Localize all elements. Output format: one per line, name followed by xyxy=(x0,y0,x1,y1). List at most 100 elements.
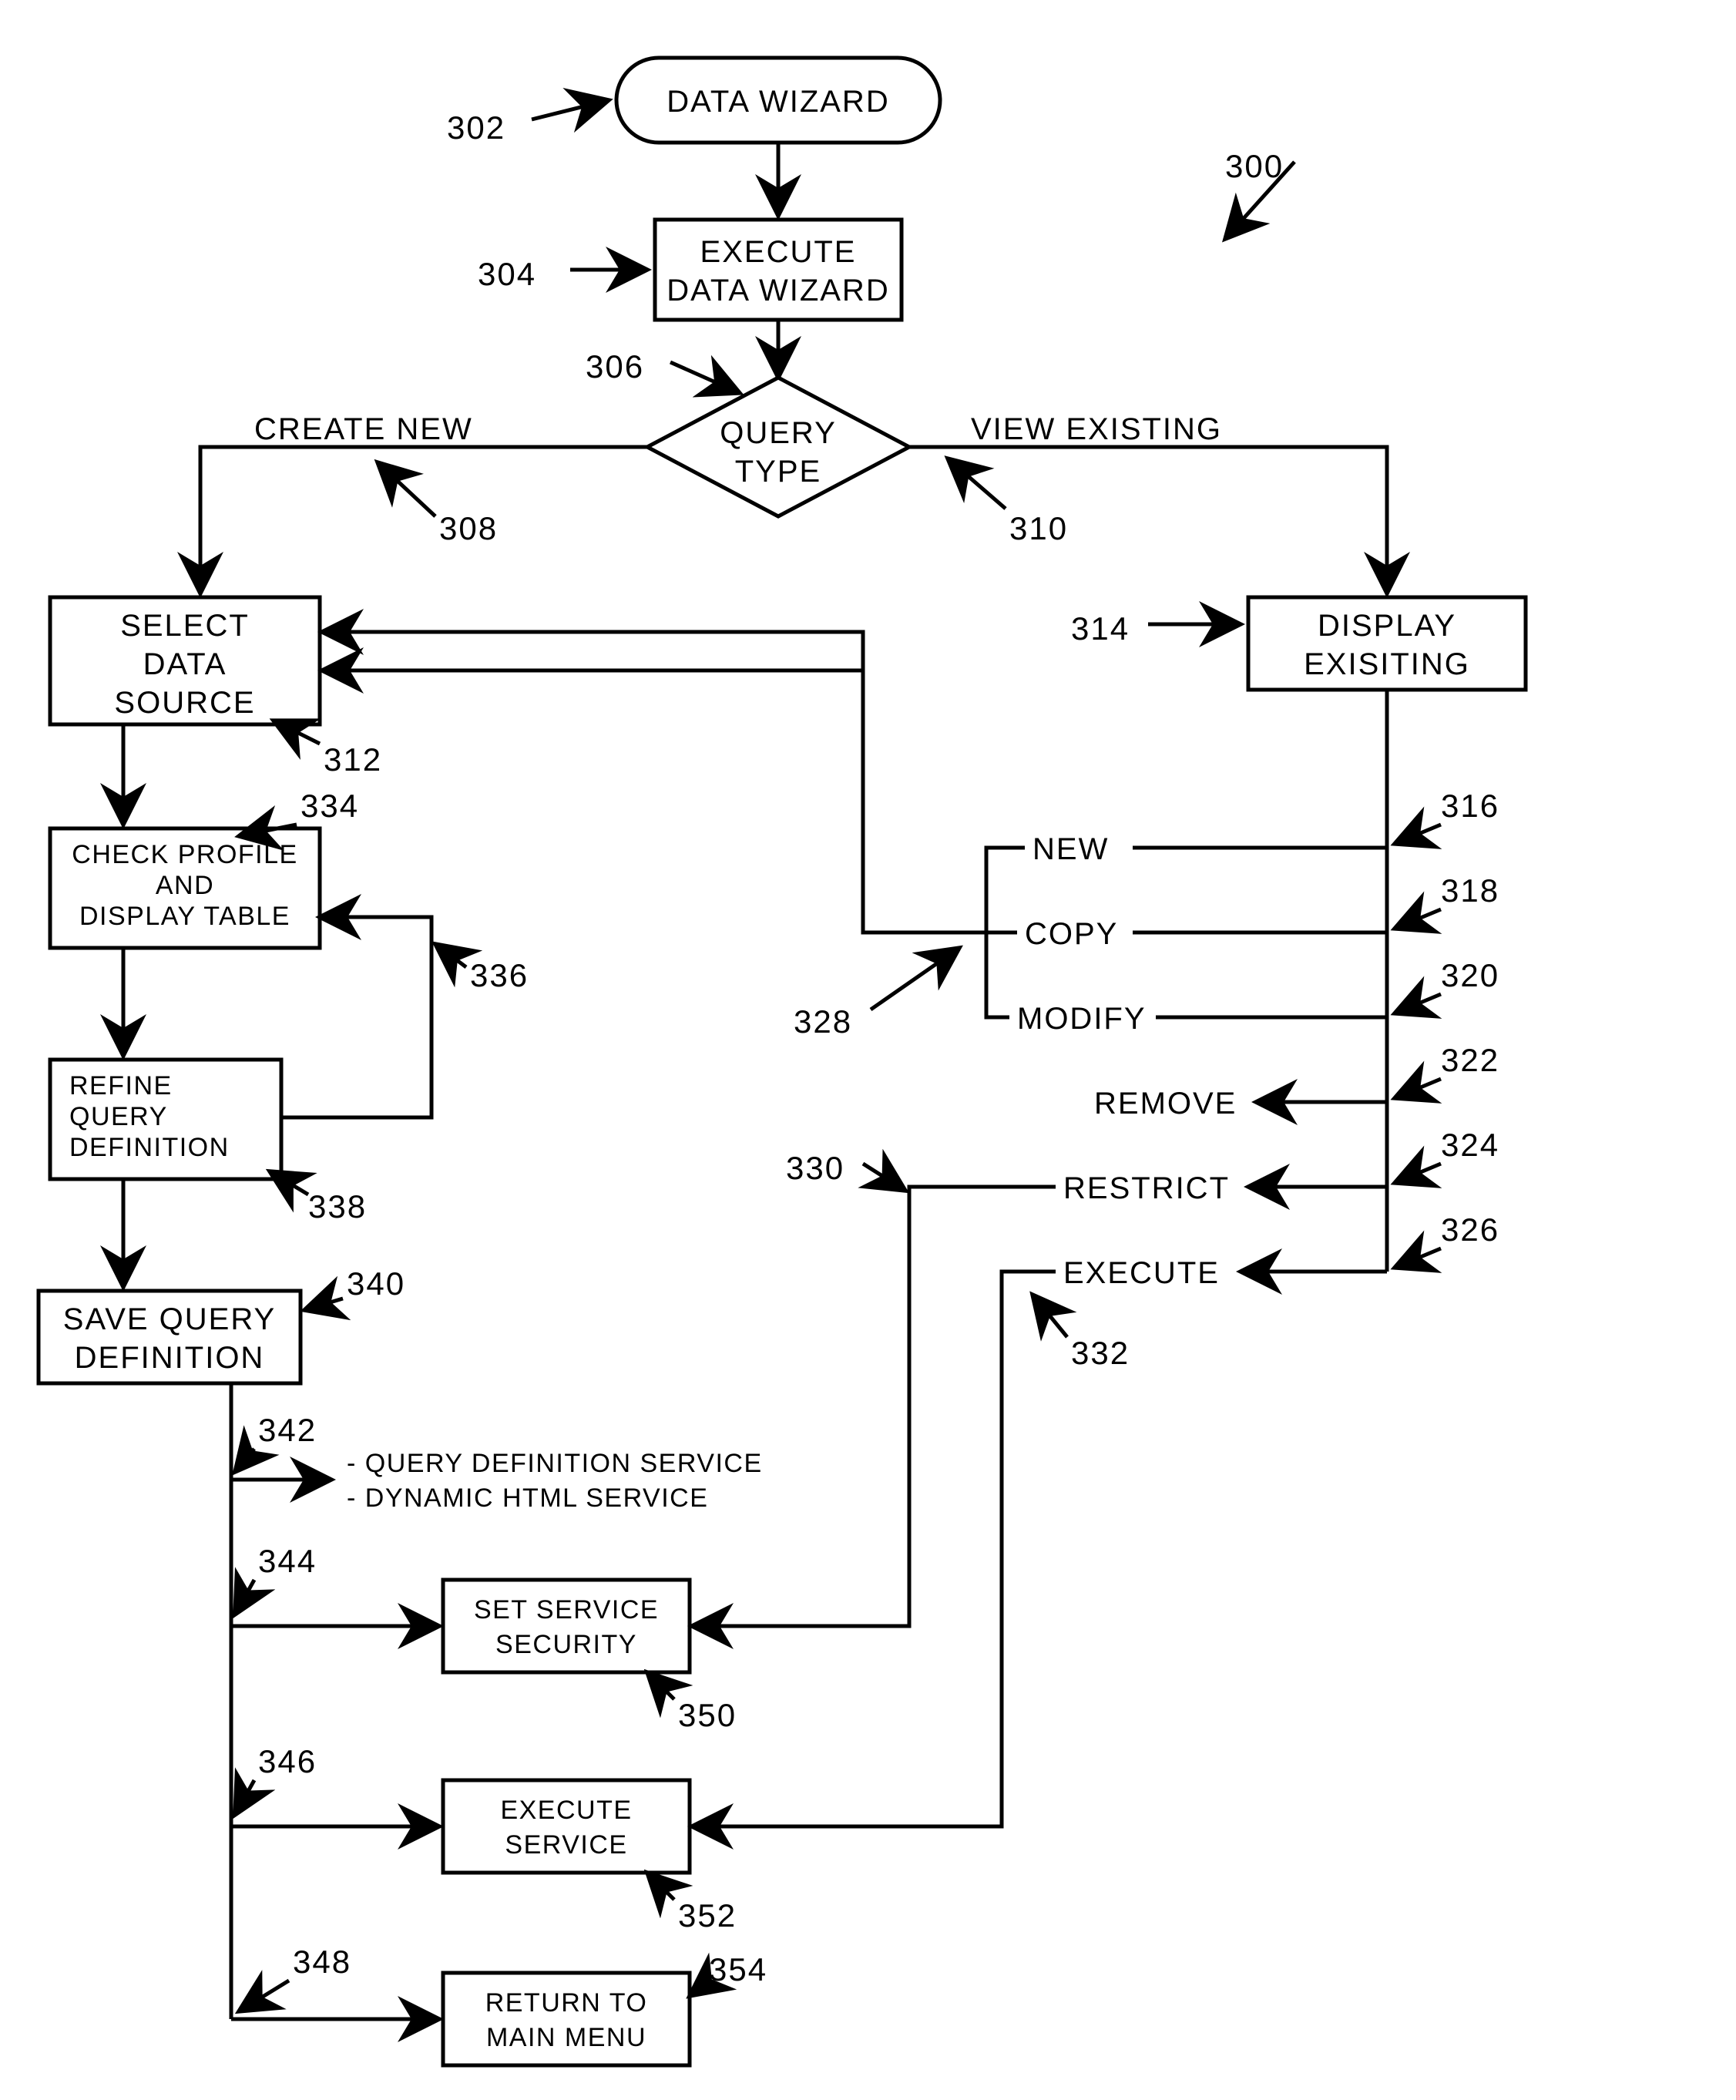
svg-text:SECURITY: SECURITY xyxy=(495,1630,637,1659)
ref-330: 330 xyxy=(786,1150,905,1191)
ref-332: 332 xyxy=(1033,1295,1130,1371)
svg-text:SOURCE: SOURCE xyxy=(114,686,255,720)
option-remove: REMOVE xyxy=(1094,1087,1237,1121)
node-check-profile: CHECK PROFILE AND DISPLAY TABLE xyxy=(50,828,320,948)
ref-302: 302 xyxy=(447,100,609,146)
svg-text:308: 308 xyxy=(439,510,498,546)
ref-312: 312 xyxy=(274,721,382,778)
flowchart: line, polyline, path.edge { stroke:#000;… xyxy=(0,0,1736,2100)
svg-text:SELECT: SELECT xyxy=(120,609,250,643)
svg-text:EXISITING: EXISITING xyxy=(1304,647,1470,681)
svg-text:334: 334 xyxy=(301,788,359,824)
svg-text:DATA WIZARD: DATA WIZARD xyxy=(667,274,889,307)
svg-text:DATA WIZARD: DATA WIZARD xyxy=(667,85,889,119)
node-execute-data-wizard: EXECUTE DATA WIZARD xyxy=(655,220,902,320)
node-save-query: SAVE QUERY DEFINITION xyxy=(39,1291,301,1383)
ref-320: 320 xyxy=(1395,957,1499,1013)
ref-318: 318 xyxy=(1395,872,1499,929)
ref-340: 340 xyxy=(304,1265,405,1310)
svg-text:DISPLAY: DISPLAY xyxy=(1318,609,1456,643)
svg-text:DISPLAY TABLE: DISPLAY TABLE xyxy=(79,902,290,931)
option-modify: MODIFY xyxy=(1017,1002,1147,1036)
svg-text:324: 324 xyxy=(1441,1127,1499,1163)
svg-text:350: 350 xyxy=(678,1697,737,1733)
ref-336: 336 xyxy=(435,944,529,993)
svg-text:342: 342 xyxy=(258,1412,317,1448)
svg-text:330: 330 xyxy=(786,1150,844,1186)
node-refine-query: REFINE QUERY DEFINITION xyxy=(50,1060,281,1179)
ref-326: 326 xyxy=(1395,1211,1499,1268)
ref-342: 342 xyxy=(235,1412,317,1472)
svg-text:352: 352 xyxy=(678,1897,737,1934)
svg-text:TYPE: TYPE xyxy=(735,455,821,489)
svg-text:354: 354 xyxy=(709,1951,767,1987)
ref-346: 346 xyxy=(235,1743,317,1815)
ref-304: 304 xyxy=(478,256,647,292)
option-restrict: RESTRICT xyxy=(1063,1171,1230,1205)
option-new: NEW xyxy=(1033,832,1109,866)
svg-text:328: 328 xyxy=(794,1003,852,1040)
ref-310: 310 xyxy=(948,459,1068,546)
svg-text:340: 340 xyxy=(347,1265,405,1302)
svg-text:QUERY: QUERY xyxy=(69,1102,168,1131)
svg-text:326: 326 xyxy=(1441,1211,1499,1248)
node-execute-service: EXECUTE SERVICE xyxy=(443,1780,690,1873)
svg-text:DEFINITION: DEFINITION xyxy=(75,1341,265,1375)
ref-322: 322 xyxy=(1395,1042,1499,1098)
ref-324: 324 xyxy=(1395,1127,1499,1183)
svg-text:310: 310 xyxy=(1009,510,1068,546)
ref-300: 300 xyxy=(1225,148,1294,239)
svg-text:REFINE: REFINE xyxy=(69,1071,173,1100)
svg-text:SET SERVICE: SET SERVICE xyxy=(474,1595,659,1625)
svg-text:332: 332 xyxy=(1071,1335,1130,1371)
svg-text:338: 338 xyxy=(308,1188,367,1225)
ref-308: 308 xyxy=(378,462,498,546)
branch-create-new: CREATE NEW xyxy=(254,412,473,446)
svg-text:DATA: DATA xyxy=(143,647,227,681)
svg-text:302: 302 xyxy=(447,109,505,146)
node-set-service-security: SET SERVICE SECURITY xyxy=(443,1580,690,1672)
svg-text:DEFINITION: DEFINITION xyxy=(69,1133,230,1162)
ref-344: 344 xyxy=(235,1543,317,1614)
svg-text:CHECK PROFILE: CHECK PROFILE xyxy=(72,840,297,869)
node-query-type: QUERY TYPE xyxy=(647,378,909,516)
ref-350: 350 xyxy=(647,1672,737,1733)
svg-text:348: 348 xyxy=(293,1944,351,1980)
svg-text:304: 304 xyxy=(478,256,536,292)
ref-328: 328 xyxy=(794,948,959,1040)
svg-text:QUERY: QUERY xyxy=(720,416,837,450)
option-execute: EXECUTE xyxy=(1063,1256,1220,1290)
node-display-existing: DISPLAY EXISITING xyxy=(1248,597,1526,690)
branch-view-existing: VIEW EXISTING xyxy=(971,412,1222,446)
svg-text:MAIN MENU: MAIN MENU xyxy=(486,2023,646,2052)
svg-text:320: 320 xyxy=(1441,957,1499,993)
ref-352: 352 xyxy=(647,1873,737,1934)
svg-text:300: 300 xyxy=(1225,148,1284,184)
svg-text:316: 316 xyxy=(1441,788,1499,824)
option-copy: COPY xyxy=(1025,917,1118,951)
svg-text:SERVICE: SERVICE xyxy=(505,1830,627,1860)
svg-text:AND: AND xyxy=(156,871,214,900)
ref-306: 306 xyxy=(586,348,740,393)
svg-text:312: 312 xyxy=(324,741,382,778)
ref-354: 354 xyxy=(690,1951,767,1996)
svg-text:344: 344 xyxy=(258,1543,317,1579)
note-services-l2: - DYNAMIC HTML SERVICE xyxy=(347,1483,708,1513)
svg-text:314: 314 xyxy=(1071,610,1130,647)
ref-314: 314 xyxy=(1071,610,1241,647)
svg-text:EXECUTE: EXECUTE xyxy=(700,235,857,269)
node-data-wizard: DATA WIZARD xyxy=(616,58,940,143)
node-select-data-source: SELECT DATA SOURCE xyxy=(50,597,320,724)
svg-text:346: 346 xyxy=(258,1743,317,1779)
svg-text:336: 336 xyxy=(470,957,529,993)
svg-text:322: 322 xyxy=(1441,1042,1499,1078)
ref-316: 316 xyxy=(1395,788,1499,844)
svg-text:318: 318 xyxy=(1441,872,1499,909)
ref-338: 338 xyxy=(270,1171,367,1225)
svg-text:SAVE QUERY: SAVE QUERY xyxy=(63,1302,276,1336)
svg-text:EXECUTE: EXECUTE xyxy=(500,1796,632,1825)
note-services-l1: - QUERY DEFINITION SERVICE xyxy=(347,1449,763,1478)
svg-text:RETURN TO: RETURN TO xyxy=(485,1988,648,2018)
svg-text:306: 306 xyxy=(586,348,644,385)
node-return-main-menu: RETURN TO MAIN MENU xyxy=(443,1973,690,2065)
